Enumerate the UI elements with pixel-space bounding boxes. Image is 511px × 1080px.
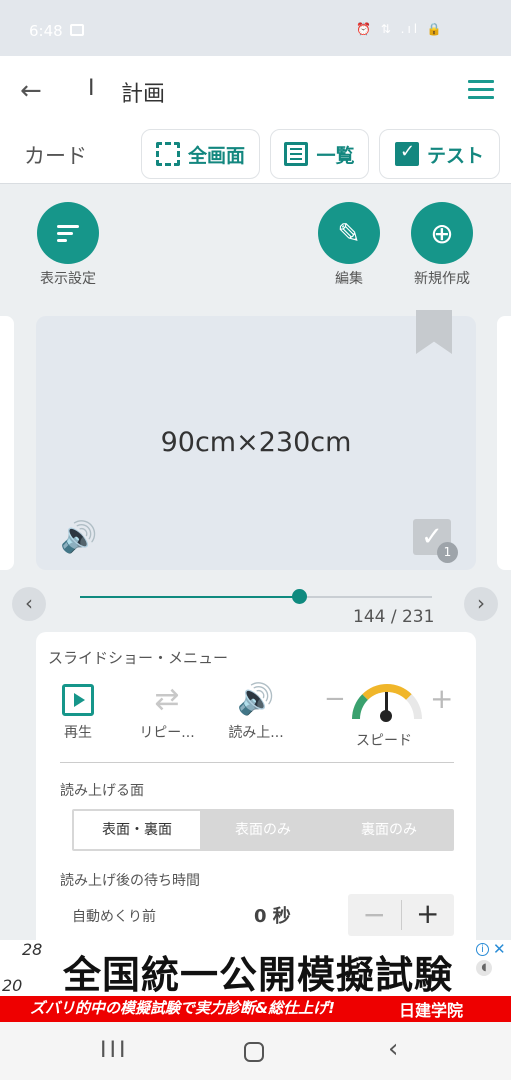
- ad-info-icon[interactable]: i: [476, 943, 489, 956]
- test-label: テスト: [426, 144, 484, 167]
- card-counter: 144 / 231: [353, 607, 435, 627]
- breadcrumb: I: [88, 76, 95, 101]
- read-aloud-label: 読み上...: [228, 725, 284, 741]
- ad-brand: 日建学院: [399, 1001, 464, 1020]
- test-button[interactable]: テスト: [379, 129, 500, 179]
- stepper-plus-button[interactable]: +: [402, 894, 455, 936]
- home-icon[interactable]: [244, 1042, 264, 1062]
- page-title: 計画: [121, 82, 166, 107]
- check-count-badge: 1: [437, 542, 458, 563]
- read-side-segmented-control: 表面・裏面 表面のみ 裏面のみ: [72, 809, 454, 851]
- gauge-needle-base: [380, 710, 392, 722]
- read-side-option-both[interactable]: 表面・裏面: [74, 811, 200, 849]
- play-label: 再生: [64, 725, 92, 741]
- speed-minus-button[interactable]: −: [324, 684, 346, 714]
- play-control[interactable]: 再生: [48, 682, 108, 742]
- fullscreen-button[interactable]: 全画面: [141, 129, 260, 179]
- previous-card-peek[interactable]: [0, 316, 14, 570]
- new-card-button[interactable]: ⊕: [411, 202, 473, 264]
- gallery-notification-icon: [70, 24, 84, 36]
- test-check-icon: [394, 141, 419, 166]
- repeat-off-icon: ⇄: [154, 682, 180, 717]
- ad-banner[interactable]: 28 20 全国統一公開模擬試験 ズバリ的中の模擬試験で実力診断&総仕上げ! 日…: [0, 940, 511, 1022]
- slider-fill: [80, 596, 299, 598]
- bookmark-icon[interactable]: [416, 310, 452, 354]
- speed-control: − +: [320, 680, 456, 726]
- divider: [60, 762, 454, 763]
- speaker-icon: 🔊: [237, 682, 275, 717]
- prev-card-button[interactable]: ‹: [12, 587, 46, 621]
- status-icons: ⏰ ⇅ .ıl 🔒: [356, 22, 445, 36]
- play-icon: [62, 684, 94, 716]
- list-label: 一覧: [316, 144, 355, 167]
- read-side-option-back[interactable]: 裏面のみ: [326, 811, 452, 849]
- next-card-peek[interactable]: [497, 316, 511, 570]
- wait-time-label: 読み上げ後の待ち時間: [60, 873, 200, 889]
- repeat-label: リピー...: [139, 725, 195, 741]
- ad-subtitle: ズバリ的中の模擬試験で実力診断&総仕上げ!: [30, 999, 335, 1017]
- stepper-minus-button[interactable]: −: [348, 900, 402, 930]
- status-bar: 6:48 ⏰ ⇅ .ıl 🔒: [0, 0, 511, 56]
- ad-mute-icon[interactable]: ◖: [476, 960, 492, 976]
- wait-time-stepper: − +: [348, 894, 454, 936]
- hamburger-menu-icon[interactable]: [468, 80, 494, 102]
- slideshow-menu-panel: スライドショー・メニュー 再生 ⇄ リピー... 🔊 読み上... − + スピ…: [36, 632, 476, 940]
- ad-close-icon[interactable]: ✕: [493, 940, 506, 958]
- add-card-icon: ⊕: [430, 216, 454, 250]
- card-progress-slider[interactable]: [80, 589, 432, 604]
- fullscreen-label: 全画面: [187, 144, 245, 167]
- slider-thumb[interactable]: [291, 589, 307, 604]
- status-time: 6:48: [29, 22, 63, 40]
- list-icon: [284, 142, 309, 166]
- read-side-label: 読み上げる面: [60, 783, 144, 799]
- read-side-option-front[interactable]: 表面のみ: [200, 811, 326, 849]
- ad-title: 全国統一公開模擬試験: [62, 953, 453, 997]
- display-settings-label: 表示設定: [40, 271, 96, 287]
- edit-button[interactable]: ✎: [318, 202, 380, 264]
- flash-card[interactable]: 90cm×230cm 🔊 ✓ 1: [36, 310, 476, 570]
- pencil-icon: ✎: [337, 216, 361, 250]
- sort-lines-icon: [57, 221, 79, 246]
- list-button[interactable]: 一覧: [270, 129, 369, 179]
- repeat-control[interactable]: ⇄ リピー...: [136, 682, 198, 742]
- slideshow-menu-title: スライドショー・メニュー: [48, 649, 229, 667]
- next-card-button[interactable]: ›: [464, 587, 498, 621]
- card-content: 90cm×230cm: [160, 427, 352, 458]
- auto-flip-value: 0 秒: [254, 906, 291, 927]
- display-settings-button[interactable]: [37, 202, 99, 264]
- ad-decor-number: 28: [22, 940, 43, 959]
- app-bar: ← I 計画 カード 全画面 一覧 テスト: [0, 56, 511, 184]
- fullscreen-icon: [155, 142, 180, 166]
- recent-apps-icon[interactable]: III: [100, 1038, 128, 1063]
- read-aloud-control[interactable]: 🔊 読み上...: [226, 682, 286, 742]
- edit-label: 編集: [335, 271, 363, 287]
- ad-decor-number: 20: [2, 976, 23, 995]
- speaker-icon[interactable]: 🔊: [60, 520, 97, 555]
- system-back-icon[interactable]: ‹: [388, 1034, 398, 1064]
- system-nav-bar: III ‹: [0, 1022, 511, 1080]
- mode-label: カード: [24, 144, 87, 168]
- speed-label: スピード: [356, 733, 412, 749]
- back-arrow-icon[interactable]: ←: [20, 76, 50, 106]
- new-card-label: 新規作成: [414, 271, 470, 287]
- speed-plus-button[interactable]: +: [430, 682, 453, 715]
- auto-flip-label: 自動めくり前: [72, 909, 156, 925]
